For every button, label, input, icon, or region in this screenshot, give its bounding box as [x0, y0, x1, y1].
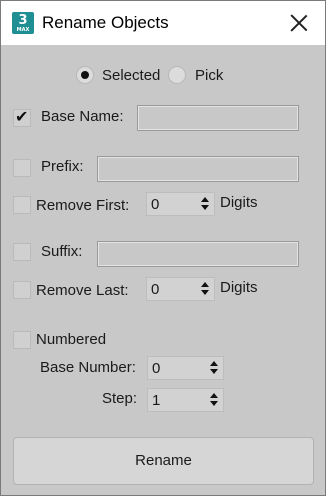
check-icon: ✔ — [15, 109, 29, 126]
prefix-label: Prefix: — [41, 158, 84, 175]
base-number-label: Base Number: — [40, 359, 136, 376]
rename-objects-dialog: 3 MAX Rename Objects Selected Pick ✔ Bas… — [0, 0, 326, 496]
remove-last-checkbox[interactable] — [13, 281, 31, 299]
title-bar: 3 MAX Rename Objects — [1, 1, 325, 45]
radio-pick-label: Pick — [195, 67, 224, 84]
step-spinner[interactable]: 1 — [147, 388, 224, 412]
remove-last-value: 0 — [151, 281, 160, 298]
numbered-label: Numbered — [36, 331, 107, 348]
spinner-arrows-icon[interactable] — [201, 282, 209, 296]
base-name-checkbox[interactable]: ✔ — [13, 109, 31, 127]
base-name-label: Base Name: — [41, 108, 124, 125]
suffix-input[interactable] — [97, 241, 299, 267]
radio-selected[interactable] — [76, 66, 94, 84]
numbered-checkbox[interactable] — [13, 331, 31, 349]
close-icon[interactable] — [289, 13, 309, 33]
app-icon: 3 MAX — [12, 12, 34, 34]
remove-first-label: Remove First: — [36, 197, 130, 214]
remove-last-spinner[interactable]: 0 — [146, 277, 215, 301]
spinner-arrows-icon[interactable] — [210, 393, 218, 407]
prefix-checkbox[interactable] — [13, 159, 31, 177]
spinner-arrows-icon[interactable] — [210, 361, 218, 375]
remove-first-spinner[interactable]: 0 — [146, 192, 215, 216]
remove-first-unit: Digits — [220, 194, 258, 211]
window-title: Rename Objects — [42, 13, 169, 32]
step-label: Step: — [102, 390, 138, 407]
base-number-value: 0 — [152, 360, 161, 377]
suffix-checkbox[interactable] — [13, 243, 31, 261]
rename-button[interactable]: Rename — [13, 437, 314, 485]
remove-last-label: Remove Last: — [36, 282, 129, 299]
step-value: 1 — [152, 392, 161, 409]
suffix-label: Suffix: — [41, 243, 83, 260]
radio-selected-label: Selected — [102, 67, 161, 84]
base-number-spinner[interactable]: 0 — [147, 356, 224, 380]
spinner-arrows-icon[interactable] — [201, 197, 209, 211]
remove-first-checkbox[interactable] — [13, 196, 31, 214]
remove-last-unit: Digits — [220, 279, 258, 296]
radio-pick[interactable] — [168, 66, 186, 84]
base-name-input[interactable] — [137, 105, 299, 131]
remove-first-value: 0 — [151, 196, 160, 213]
prefix-input[interactable] — [97, 156, 299, 182]
